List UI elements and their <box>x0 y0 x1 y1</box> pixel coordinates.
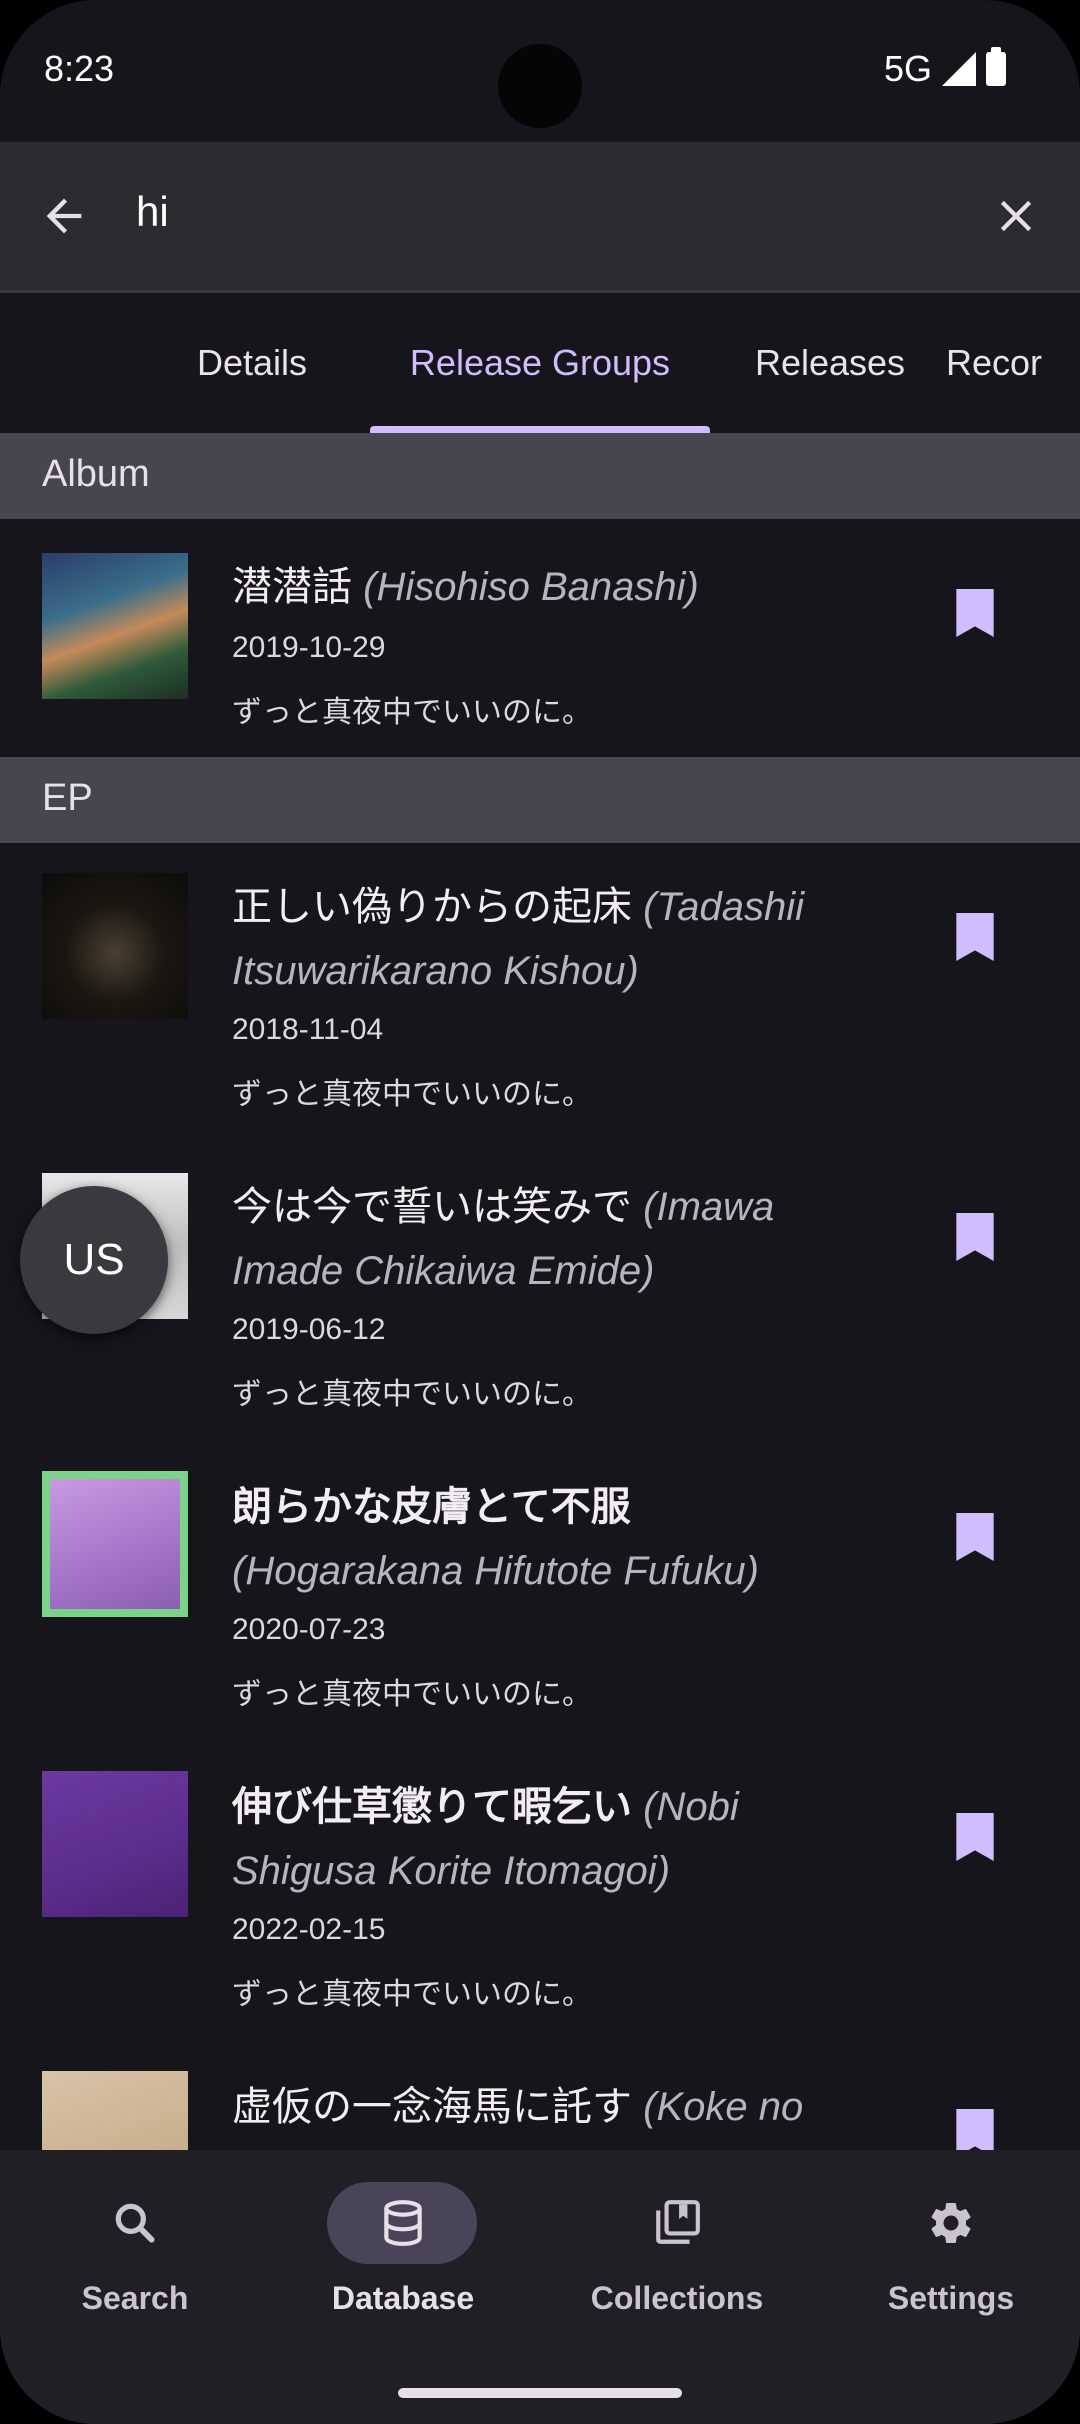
bookmark-icon[interactable] <box>956 2109 994 2150</box>
artist-name: ずっと真夜中でいいのに。 <box>232 1678 592 1711</box>
tab-indicator <box>370 426 710 433</box>
tab-details[interactable]: Details <box>172 293 332 433</box>
status-bar: 8:23 5G <box>0 0 1080 142</box>
release-title: 朗らかな皮膚とて不服 (Hogarakana Hifutote Fufuku) <box>232 1485 759 1593</box>
database-icon <box>384 2200 422 2246</box>
list-item[interactable]: 朗らかな皮膚とて不服 (Hogarakana Hifutote Fufuku) … <box>0 1443 1080 1743</box>
clear-icon[interactable] <box>990 190 1042 242</box>
release-date: 2020-07-23 <box>232 1613 386 1646</box>
release-title: 潜潜話 (Hisohiso Banashi) <box>232 565 699 609</box>
bookmark-icon[interactable] <box>956 1513 994 1561</box>
nav-search[interactable]: Search <box>0 2150 270 2350</box>
status-icons: 5G <box>883 47 1006 90</box>
album-cover <box>42 1471 188 1617</box>
network-label: 5G <box>883 48 932 89</box>
camera-cutout <box>498 44 582 128</box>
back-arrow-icon[interactable] <box>38 190 90 242</box>
section-header-album: Album <box>0 433 1080 519</box>
battery-icon <box>986 47 1006 86</box>
bottom-navigation: Search Database Collections Settings <box>0 2150 1080 2424</box>
list-item[interactable]: 伸び仕草懲りて暇乞い (Nobi Shigusa Korite Itomagoi… <box>0 1743 1080 2043</box>
section-label: EP <box>42 777 93 819</box>
bookmark-icon[interactable] <box>956 589 994 637</box>
tab-recordings[interactable]: Recor <box>946 293 1080 433</box>
nav-label: Database <box>331 2280 475 2316</box>
release-date: 2018-11-04 <box>232 1013 384 1046</box>
search-bar: hi <box>0 142 1080 290</box>
nav-label: Settings <box>887 2280 1015 2316</box>
artist-name: ずっと真夜中でいいのに。 <box>232 1078 592 1111</box>
release-title: 今は今で誓いは笑みで (Imawa Imade Chikaiwa Emide) <box>232 1185 775 1293</box>
list-item[interactable]: 今は今で誓いは笑みで (Imawa Imade Chikaiwa Emide) … <box>0 1143 1080 1443</box>
search-input[interactable]: hi <box>136 188 169 236</box>
app-screen: 8:23 5G hi Details Release Groups Releas… <box>0 0 1080 2424</box>
nav-label: Search <box>81 2280 189 2316</box>
user-switch-fab[interactable]: US <box>20 1186 168 1334</box>
artist-name: ずっと真夜中でいいのに。 <box>232 1378 592 1411</box>
release-title: 虚仮の一念海馬に託す (Koke no <box>232 2085 804 2129</box>
tab-bar: Details Release Groups Releases Recor <box>0 293 1080 433</box>
bookmark-icon[interactable] <box>956 1813 994 1861</box>
nav-label: Collections <box>590 2280 764 2316</box>
section-label: Album <box>42 453 150 495</box>
album-cover <box>42 1771 188 1917</box>
bookmark-icon[interactable] <box>956 1213 994 1261</box>
section-header-ep: EP <box>0 757 1080 843</box>
album-cover <box>42 873 188 1019</box>
list-item[interactable]: 潜潜話 (Hisohiso Banashi) 2019-10-29 ずっと真夜中… <box>0 519 1080 757</box>
nav-database[interactable]: Database <box>268 2150 538 2350</box>
settings-icon <box>931 2203 971 2243</box>
release-date: 2022-02-15 <box>232 1913 386 1946</box>
home-indicator[interactable] <box>398 2388 682 2398</box>
list-item[interactable]: 正しい偽りからの起床 (Tadashii Itsuwarikarano Kish… <box>0 843 1080 1143</box>
signal-icon <box>942 52 976 86</box>
collections-icon <box>656 2200 700 2244</box>
release-title: 伸び仕草懲りて暇乞い (Nobi Shigusa Korite Itomagoi… <box>232 1785 739 1893</box>
album-cover <box>42 553 188 699</box>
release-title: 正しい偽りからの起床 (Tadashii Itsuwarikarano Kish… <box>232 885 804 993</box>
search-icon <box>115 2203 155 2243</box>
status-time: 8:23 <box>44 48 115 89</box>
tab-release-groups[interactable]: Release Groups <box>370 293 710 433</box>
nav-settings[interactable]: Settings <box>816 2150 1080 2350</box>
artist-name: ずっと真夜中でいいのに。 <box>232 1978 592 2011</box>
bookmark-icon[interactable] <box>956 913 994 961</box>
tab-releases[interactable]: Releases <box>740 293 920 433</box>
list-item[interactable]: 虚仮の一念海馬に託す (Koke no <box>0 2043 1080 2150</box>
nav-collections[interactable]: Collections <box>542 2150 812 2350</box>
album-cover <box>42 2071 188 2150</box>
release-date: 2019-10-29 <box>232 631 386 664</box>
release-date: 2019-06-12 <box>232 1313 386 1346</box>
artist-name: ずっと真夜中でいいのに。 <box>232 696 592 729</box>
